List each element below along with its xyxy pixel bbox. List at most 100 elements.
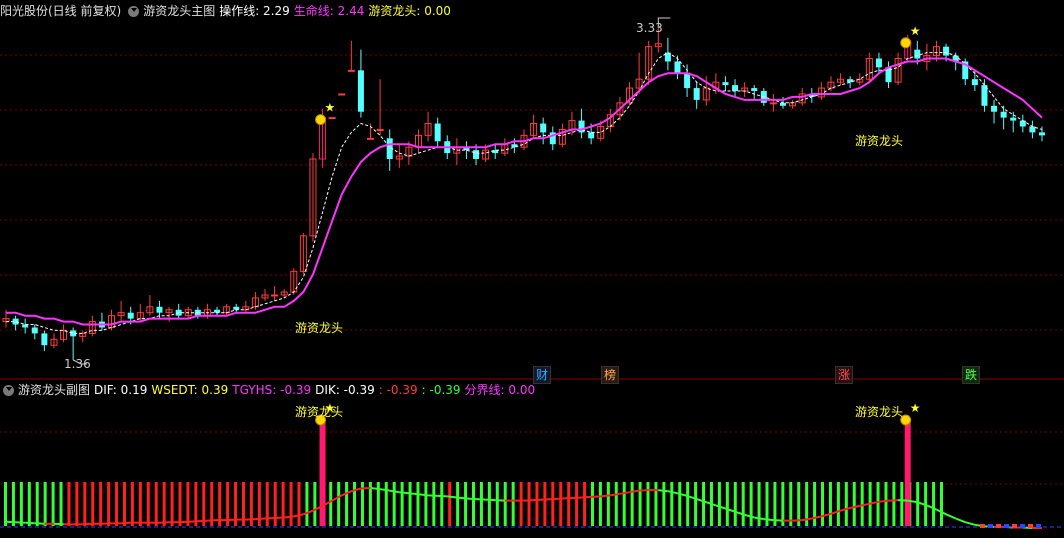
wave-segment [792, 519, 803, 522]
tail-block [988, 524, 993, 528]
wave-segment [418, 493, 429, 497]
candle-body [473, 150, 480, 160]
wave-segment [370, 487, 381, 491]
sub-bar [900, 482, 904, 526]
sub-bar [424, 482, 428, 526]
indicator-dropdown-icon[interactable] [128, 5, 140, 17]
sub-bar [662, 482, 666, 526]
sub-bar [916, 482, 920, 526]
wave-segment [591, 495, 601, 498]
signal-label-1: 游资龙头 [295, 321, 344, 335]
op-line-value: 操作线: 2.29 [219, 4, 290, 18]
sub-bar [559, 482, 563, 526]
tgyhs-value: TGYHS: -0.39 [232, 383, 312, 397]
candle-body [1019, 120, 1026, 127]
sub-bar [535, 482, 539, 526]
sub-bar [146, 482, 150, 526]
wave-segment [437, 494, 448, 498]
star-icon: ★ [325, 101, 336, 115]
candle-body [367, 137, 375, 140]
sub-bar [622, 482, 626, 526]
sub-bar [154, 482, 158, 526]
wave-segment [351, 487, 362, 493]
chart-canvas: ★★★ ★ [0, 17, 1064, 529]
sub-bar [19, 482, 23, 526]
wave-segment [619, 491, 630, 495]
sub-bar [384, 482, 388, 526]
wave-segment [773, 519, 784, 522]
wave-segment [888, 499, 899, 502]
wave-segment [293, 513, 304, 518]
sub-signal-bar [904, 418, 911, 526]
candle-body [914, 49, 921, 59]
marker-finance[interactable]: 财 [533, 366, 552, 384]
wave-segment [360, 487, 371, 490]
sub-bar [741, 482, 745, 526]
money-bag-icon [900, 37, 912, 49]
candle-body [769, 102, 777, 105]
sub-bar [27, 482, 31, 526]
wave-segment [101, 522, 112, 525]
main-chart-header: 阳光股份(日线 前复权) 游资龙头主图 操作线: 2.29 生命线: 2.44 … [0, 2, 455, 20]
marker-limit-down[interactable]: 跌 [962, 366, 981, 384]
sub-bar [472, 482, 475, 526]
sub-bar [892, 482, 896, 526]
sub-bar [178, 482, 182, 526]
wave-segment [552, 497, 563, 501]
sub-bar [821, 482, 825, 526]
candle-body [971, 79, 978, 86]
candle-body [434, 123, 441, 142]
sub-bar [860, 482, 864, 526]
sub-bar [67, 482, 71, 526]
tail-block [1020, 524, 1025, 528]
candle-body [1000, 111, 1007, 118]
sub-bar [828, 482, 832, 526]
wave-segment [763, 518, 774, 522]
wave-segment [485, 498, 496, 502]
sub-bar [59, 482, 63, 526]
sub-bar [876, 482, 880, 526]
sub-bar [122, 482, 126, 526]
sub-bar [638, 482, 642, 526]
wave-segment [331, 494, 343, 502]
wave-segment [389, 489, 400, 494]
wave-segment [207, 519, 218, 522]
sub-bar [519, 482, 523, 526]
candle-body [357, 70, 364, 112]
main-indicator-name[interactable]: 游资龙头主图 [143, 2, 215, 20]
wave-segment [456, 496, 467, 500]
sub-bar [440, 482, 444, 526]
sub-bar [789, 482, 793, 526]
sub-bar [313, 482, 317, 526]
sub-bar [567, 482, 571, 526]
wave-segment [178, 520, 189, 524]
sub-bar [836, 482, 840, 526]
sub-bar [551, 482, 555, 526]
candle-body [674, 61, 681, 74]
wave-segment [226, 518, 237, 522]
sub-bar [75, 482, 79, 526]
sub-indicator-name[interactable]: 游资龙头副图 [18, 381, 90, 399]
sub-bar [598, 482, 602, 526]
sub-bar [289, 482, 293, 526]
sub-bar [297, 482, 301, 526]
wave-segment [197, 519, 208, 523]
sub-indicator-dropdown-icon[interactable] [3, 384, 14, 396]
wave-segment [523, 499, 534, 502]
sub-bar [329, 482, 333, 526]
wave-segment [264, 517, 275, 520]
sub-bar [487, 482, 491, 526]
wave-segment [284, 515, 294, 519]
op-line [6, 52, 1043, 334]
sub-bar [844, 482, 848, 526]
candle-body [31, 327, 38, 334]
sub-bar [670, 482, 674, 526]
candle-body [127, 312, 134, 319]
sub-bar [646, 482, 650, 526]
marker-limit-up[interactable]: 涨 [835, 366, 854, 384]
wave-segment [188, 520, 198, 523]
sub-bar [527, 482, 531, 526]
stock-title[interactable]: 阳光股份(日线 前复权) [0, 2, 121, 20]
marker-list[interactable]: 榜 [601, 366, 620, 384]
sub-bar [202, 482, 206, 526]
